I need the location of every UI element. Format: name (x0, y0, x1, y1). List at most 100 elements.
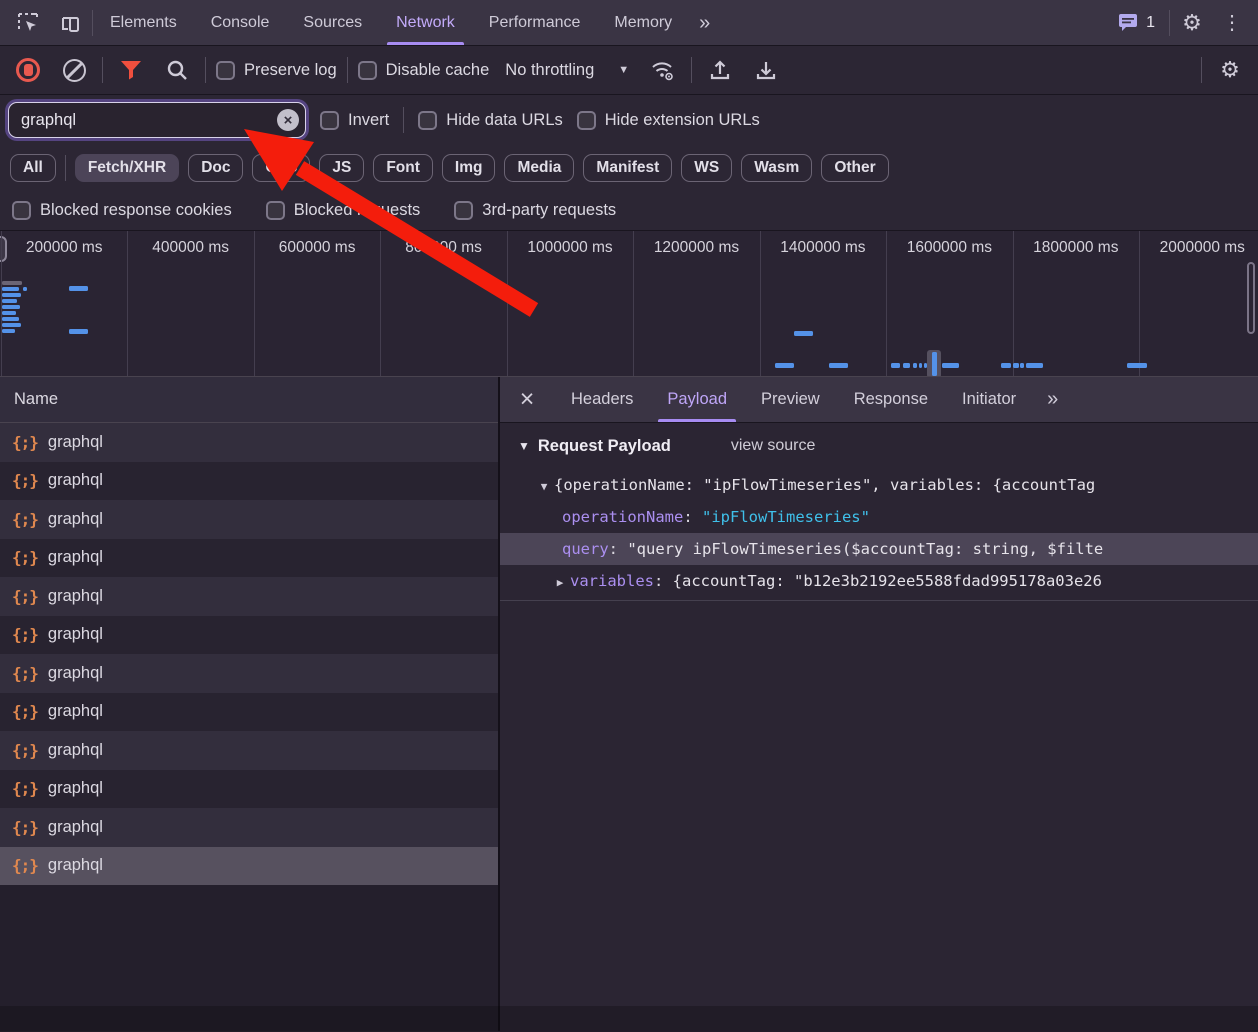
inspect-element-icon[interactable] (10, 6, 46, 40)
request-row[interactable]: {;}graphql (0, 731, 498, 770)
chip-fetch-xhr[interactable]: Fetch/XHR (75, 154, 179, 182)
request-row[interactable]: {;}graphql (0, 423, 498, 462)
chip-ws[interactable]: WS (681, 154, 732, 182)
network-settings-gear-icon[interactable]: ⚙ (1212, 53, 1248, 87)
filter-icon[interactable] (113, 53, 149, 87)
hide-extension-urls-checkbox[interactable]: Hide extension URLs (577, 111, 760, 130)
overview-scrollbar[interactable] (1247, 262, 1255, 334)
detail-tab-preview[interactable]: Preview (744, 377, 837, 422)
export-har-icon[interactable] (748, 53, 784, 87)
request-row[interactable]: {;}graphql (0, 808, 498, 847)
chip-font[interactable]: Font (373, 154, 433, 182)
payload-tree: ▼{operationName: "ipFlowTimeseries", var… (500, 469, 1258, 597)
detail-tab-headers[interactable]: Headers (554, 377, 650, 422)
throttling-dropdown[interactable]: No throttling ▼ (499, 61, 635, 80)
detail-tab-payload[interactable]: Payload (650, 377, 744, 422)
clear-network-log-button[interactable] (56, 53, 92, 87)
waterfall-bar (2, 329, 15, 333)
filter-input[interactable] (8, 102, 306, 138)
request-row[interactable]: {;}graphql (0, 693, 498, 732)
request-name: graphql (48, 548, 103, 567)
waterfall-bar (2, 323, 21, 327)
name-column-header[interactable]: Name (0, 377, 498, 423)
chip-manifest[interactable]: Manifest (583, 154, 672, 182)
checkbox-label: 3rd-party requests (482, 201, 616, 220)
blocked-response-cookies-checkbox[interactable]: Blocked response cookies (12, 201, 232, 220)
chip-css[interactable]: CSS (252, 154, 310, 182)
tab-memory[interactable]: Memory (597, 0, 689, 45)
more-detail-tabs-icon[interactable]: » (1033, 377, 1072, 422)
request-row[interactable]: {;}graphql (0, 654, 498, 693)
tab-network[interactable]: Network (379, 0, 472, 45)
payload-row[interactable]: operationName: "ipFlowTimeseries" (500, 501, 1258, 533)
close-details-icon[interactable]: × (500, 377, 554, 422)
request-row[interactable]: {;}graphql (0, 847, 498, 886)
network-conditions-icon[interactable] (645, 53, 681, 87)
search-icon[interactable] (159, 53, 195, 87)
tab-console[interactable]: Console (194, 0, 287, 45)
filter-field: × (8, 102, 306, 138)
collapse-triangle-icon[interactable]: ▼ (518, 439, 530, 453)
issues-counter[interactable]: 1 (1108, 14, 1165, 32)
device-toolbar-icon[interactable] (52, 6, 88, 40)
chip-all[interactable]: All (10, 154, 56, 182)
chip-js[interactable]: JS (319, 154, 364, 182)
invert-checkbox[interactable]: Invert (320, 111, 389, 130)
clear-filter-icon[interactable]: × (277, 109, 299, 131)
chip-img[interactable]: Img (442, 154, 496, 182)
waterfall-bar (775, 363, 794, 368)
network-overview-timeline[interactable]: 200000 ms400000 ms600000 ms800000 ms1000… (0, 231, 1258, 377)
request-row[interactable]: {;}graphql (0, 616, 498, 655)
view-source-link[interactable]: view source (731, 437, 815, 455)
request-row[interactable]: {;}graphql (0, 500, 498, 539)
request-row[interactable]: {;}graphql (0, 462, 498, 501)
kebab-menu-icon[interactable]: ⋮ (1214, 6, 1250, 40)
chip-other[interactable]: Other (821, 154, 888, 182)
more-tabs-icon[interactable]: » (689, 13, 720, 33)
divider (65, 155, 66, 181)
disable-cache-label: Disable cache (386, 61, 490, 80)
tab-performance[interactable]: Performance (472, 0, 598, 45)
preserve-log-label: Preserve log (244, 61, 337, 80)
expanded-triangle-icon[interactable]: ▼ (534, 471, 554, 503)
payload-row[interactable]: ▶variables: {accountTag: "b12e3b2192ee55… (500, 565, 1258, 597)
request-row[interactable]: {;}graphql (0, 577, 498, 616)
request-row[interactable]: {;}graphql (0, 770, 498, 809)
record-network-log-button[interactable] (10, 53, 46, 87)
chip-media[interactable]: Media (504, 154, 574, 182)
chevron-down-icon: ▼ (618, 64, 629, 76)
request-name: graphql (48, 856, 103, 875)
waterfall-bar (1001, 363, 1011, 368)
tab-sources[interactable]: Sources (286, 0, 379, 45)
waterfall-bar (2, 287, 19, 291)
chip-doc[interactable]: Doc (188, 154, 243, 182)
payload-summary-text: {operationName: "ipFlowTimeseries", vari… (554, 476, 1095, 494)
waterfall-bar (2, 311, 16, 315)
payload-row[interactable]: ▼{operationName: "ipFlowTimeseries", var… (500, 469, 1258, 501)
3rd-party-requests-checkbox[interactable]: 3rd-party requests (454, 201, 616, 220)
collapsed-triangle-icon[interactable]: ▶ (550, 567, 570, 597)
detail-tab-initiator[interactable]: Initiator (945, 377, 1033, 422)
payload-row[interactable]: query: "query ipFlowTimeseries($accountT… (500, 533, 1258, 565)
payload-colon: : (654, 572, 673, 590)
settings-gear-icon[interactable]: ⚙ (1174, 6, 1210, 40)
payload-key: operationName (562, 508, 683, 526)
detail-tab-response[interactable]: Response (837, 377, 945, 422)
request-payload-header[interactable]: ▼ Request Payload view source (500, 423, 1258, 469)
invert-label: Invert (348, 111, 389, 130)
import-har-icon[interactable] (702, 53, 738, 87)
chip-wasm[interactable]: Wasm (741, 154, 812, 182)
preserve-log-checkbox[interactable]: Preserve log (216, 61, 337, 80)
tab-elements[interactable]: Elements (93, 0, 194, 45)
request-name: graphql (48, 818, 103, 837)
issues-count: 1 (1146, 14, 1155, 32)
disable-cache-checkbox[interactable]: Disable cache (358, 61, 490, 80)
blocked-requests-checkbox[interactable]: Blocked requests (266, 201, 421, 220)
request-name: graphql (48, 625, 103, 644)
waterfall-bar (932, 352, 937, 376)
timeline-tick-label: 600000 ms (254, 239, 380, 259)
hide-data-urls-checkbox[interactable]: Hide data URLs (418, 111, 562, 130)
details-tabbar: × HeadersPayloadPreviewResponseInitiator… (500, 377, 1258, 423)
devtools-window: ElementsConsoleSourcesNetworkPerformance… (0, 0, 1258, 1032)
request-row[interactable]: {;}graphql (0, 539, 498, 578)
